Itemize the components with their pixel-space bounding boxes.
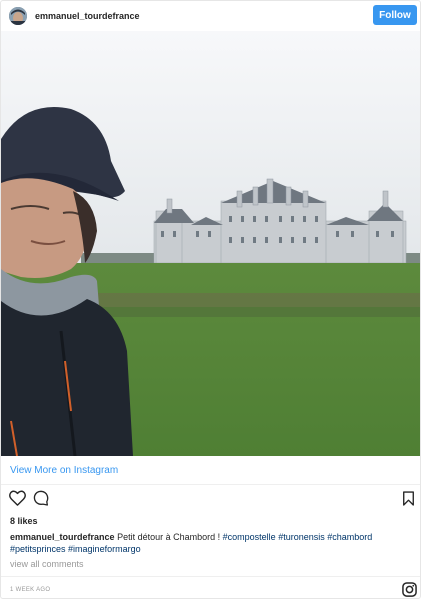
hashtag-link[interactable]: #petitsprinces <box>10 544 66 554</box>
instagram-logo-icon[interactable] <box>402 582 417 598</box>
view-more-link[interactable]: View More on Instagram <box>10 465 118 476</box>
post-header: emmanuel_tourdefrance Follow <box>1 1 420 31</box>
caption: emmanuel_tourdefrance Petit détour à Cha… <box>10 531 410 555</box>
follow-button[interactable]: Follow <box>373 5 417 25</box>
hashtag-link[interactable]: #compostelle <box>223 532 276 542</box>
divider <box>1 576 420 577</box>
action-bar <box>1 490 420 510</box>
caption-text: Petit détour à Chambord ! <box>117 532 221 542</box>
hashtag-link[interactable]: #turonensis <box>278 532 325 542</box>
instagram-embed-card: emmanuel_tourdefrance Follow View More o… <box>0 0 421 599</box>
caption-username[interactable]: emmanuel_tourdefrance <box>10 532 115 542</box>
post-photo[interactable] <box>1 31 420 456</box>
timestamp[interactable]: 1 WEEK AGO <box>10 587 50 593</box>
heart-icon[interactable] <box>9 490 26 511</box>
bookmark-icon[interactable] <box>402 491 415 511</box>
view-all-comments-link[interactable]: view all comments <box>10 559 84 569</box>
comment-icon[interactable] <box>33 490 49 511</box>
divider <box>1 484 420 485</box>
avatar[interactable] <box>9 7 27 25</box>
hashtag-link[interactable]: #imagineformargo <box>68 544 141 554</box>
username[interactable]: emmanuel_tourdefrance <box>35 11 140 21</box>
hashtag-link[interactable]: #chambord <box>327 532 372 542</box>
likes-count[interactable]: 8 likes <box>10 516 38 526</box>
